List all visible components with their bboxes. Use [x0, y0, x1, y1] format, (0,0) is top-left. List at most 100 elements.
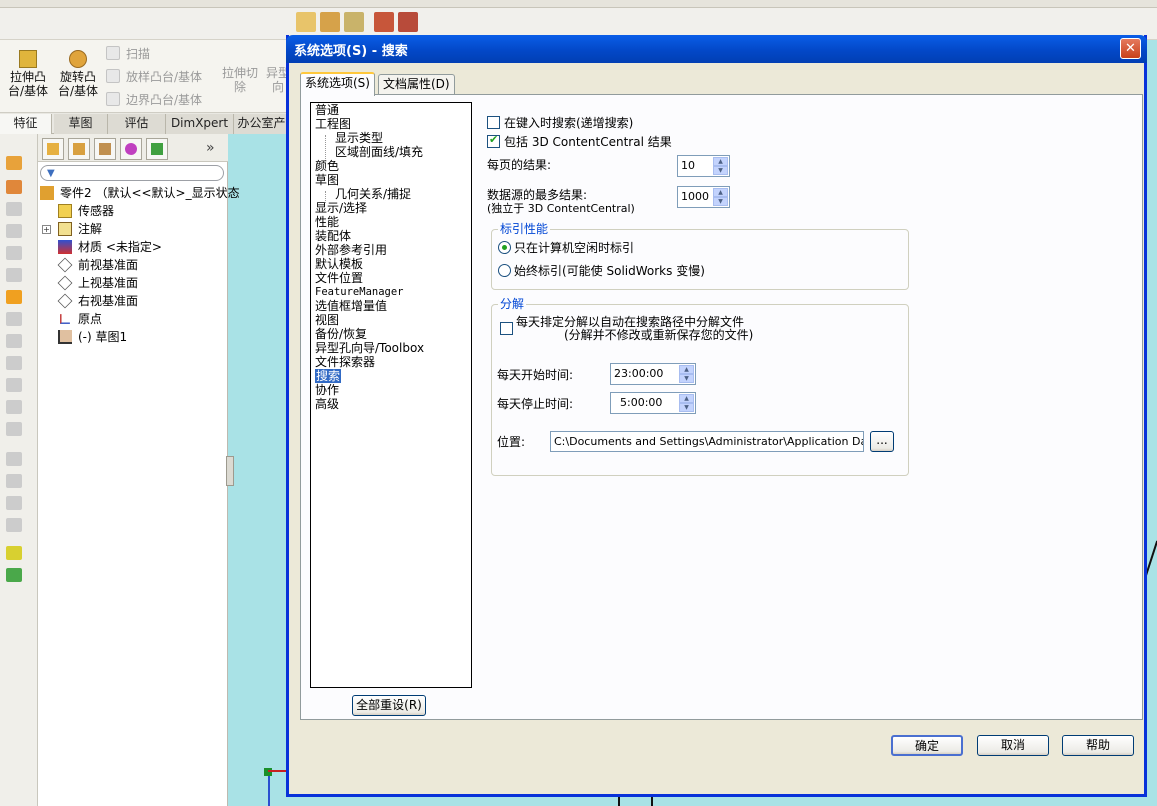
tab-display-manager[interactable]: [146, 138, 168, 160]
search-as-you-type-checkbox[interactable]: [487, 116, 500, 129]
category-item[interactable]: 外部参考引用: [315, 243, 387, 257]
tab-evaluate[interactable]: 评估: [108, 114, 166, 134]
category-item[interactable]: 颜色: [315, 159, 339, 173]
results-per-page-stepper[interactable]: 10 ▲ ▼: [677, 155, 730, 177]
cancel-button[interactable]: 取消: [977, 735, 1049, 756]
index-idle-radio[interactable]: [498, 241, 511, 254]
category-item[interactable]: 工程图: [315, 117, 351, 131]
revolve-boss-button[interactable]: 旋转凸 台/基体: [54, 46, 102, 98]
reference-geometry-icon[interactable]: [6, 546, 22, 560]
close-button[interactable]: ✕: [1120, 38, 1141, 59]
category-item[interactable]: 显示/选择: [315, 201, 367, 215]
rib-icon[interactable]: [6, 356, 22, 370]
revolve-icon[interactable]: [6, 180, 22, 194]
tab-sketch[interactable]: 草图: [54, 114, 108, 134]
toolbar-icon-5[interactable]: [398, 12, 418, 32]
shell-icon[interactable]: [6, 400, 22, 414]
extrude-boss-button[interactable]: 拉伸凸 台/基体: [4, 46, 52, 98]
tab-features[interactable]: 特征: [0, 114, 52, 134]
category-item[interactable]: 区域剖面线/填充: [335, 145, 423, 159]
sweep-button[interactable]: 扫描: [106, 46, 150, 62]
stop-time-stepper[interactable]: 5:00:00 ▲ ▼: [610, 392, 696, 414]
loft-icon[interactable]: [6, 224, 22, 238]
max-results-stepper[interactable]: 1000 ▲ ▼: [677, 186, 730, 208]
spin-down-icon[interactable]: ▼: [679, 403, 694, 412]
category-item[interactable]: 普通: [315, 103, 339, 117]
dialog-titlebar[interactable]: 系统选项(S) - 搜索 ✕: [286, 35, 1147, 63]
sweep-icon[interactable]: [6, 202, 22, 216]
browse-button[interactable]: ...: [870, 431, 894, 452]
tab-office[interactable]: 办公室产: [234, 114, 290, 134]
start-time-stepper[interactable]: 23:00:00 ▲ ▼: [610, 363, 696, 385]
help-button[interactable]: 帮助: [1062, 735, 1134, 756]
category-item[interactable]: 协作: [315, 383, 339, 397]
toolbar-icon-2[interactable]: [320, 12, 340, 32]
fillet-icon[interactable]: [6, 312, 22, 326]
category-item[interactable]: 性能: [315, 215, 339, 229]
tree-item-sensors[interactable]: 传感器: [58, 202, 114, 220]
index-always-radio[interactable]: [498, 264, 511, 277]
draft-icon[interactable]: [6, 378, 22, 392]
wrap-icon[interactable]: [6, 422, 22, 436]
category-item[interactable]: 文件位置: [315, 271, 363, 285]
freeform-icon[interactable]: [6, 518, 22, 532]
tree-item-top-plane[interactable]: 上视基准面: [57, 274, 138, 292]
spin-down-icon[interactable]: ▼: [679, 374, 694, 383]
tree-item-material[interactable]: 材质 <未指定>: [58, 238, 162, 256]
tree-item-right-plane[interactable]: 右视基准面: [57, 292, 138, 310]
pattern-icon[interactable]: [6, 452, 22, 466]
loft-boss-button[interactable]: 放样凸台/基体: [106, 69, 202, 85]
category-item[interactable]: 默认模板: [315, 257, 363, 271]
category-item[interactable]: 异型孔向导/Toolbox: [315, 341, 424, 355]
panel-splitter[interactable]: [226, 456, 234, 486]
category-item[interactable]: 显示类型: [335, 131, 383, 145]
more-tabs-icon[interactable]: »: [206, 140, 215, 156]
ok-button[interactable]: 确定: [891, 735, 963, 756]
expand-annotations-icon[interactable]: +: [42, 225, 51, 234]
feature-filter[interactable]: ▼: [40, 165, 224, 181]
category-item[interactable]: 视图: [315, 313, 339, 327]
boundary-icon[interactable]: [6, 246, 22, 260]
chamfer-icon[interactable]: [6, 334, 22, 348]
tab-dimxpert[interactable]: DimXpert: [166, 114, 234, 134]
include-contentcentral-checkbox[interactable]: [487, 133, 500, 148]
split-daily-checkbox[interactable]: [500, 322, 513, 335]
location-field[interactable]: C:\Documents and Settings\Administrator\…: [550, 431, 864, 452]
category-item[interactable]: 文件探索器: [315, 355, 375, 369]
category-item[interactable]: 高级: [315, 397, 339, 411]
tree-item-front-plane[interactable]: 前视基准面: [57, 256, 138, 274]
cut-icon[interactable]: [6, 268, 22, 282]
category-item[interactable]: 选值框增量值: [315, 299, 387, 313]
category-item[interactable]: 草图: [315, 173, 339, 187]
category-item-selected[interactable]: 搜索: [315, 369, 342, 383]
dome-icon[interactable]: [6, 496, 22, 510]
category-item[interactable]: 备份/恢复: [315, 327, 367, 341]
category-item[interactable]: 几何关系/捕捉: [335, 187, 411, 201]
spin-down-icon[interactable]: ▼: [713, 197, 728, 206]
toolbar-icon-1[interactable]: [296, 12, 316, 32]
tree-part-root[interactable]: 零件2 （默认<<默认>_显示状态: [40, 184, 240, 202]
boundary-boss-button[interactable]: 边界凸台/基体: [106, 92, 202, 108]
spin-up-icon[interactable]: ▲: [713, 157, 728, 166]
tree-item-origin[interactable]: 原点: [58, 310, 102, 328]
spin-down-icon[interactable]: ▼: [713, 166, 728, 175]
tab-property-manager[interactable]: [68, 138, 90, 160]
cut-extrude-icon[interactable]: [6, 290, 22, 304]
tree-item-annotations[interactable]: 注解: [58, 220, 102, 238]
spin-up-icon[interactable]: ▲: [679, 394, 694, 403]
toolbar-icon-4[interactable]: [374, 12, 394, 32]
category-item[interactable]: FeatureManager: [315, 285, 404, 299]
tab-system-options[interactable]: 系统选项(S): [300, 72, 375, 96]
extrude-cut-button[interactable]: 拉伸切 除: [220, 66, 260, 94]
curves-icon[interactable]: [6, 568, 22, 582]
reset-all-button[interactable]: 全部重设(R): [352, 695, 426, 716]
category-item[interactable]: 装配体: [315, 229, 351, 243]
tab-document-properties[interactable]: 文档属性(D): [378, 74, 455, 95]
tab-feature-tree[interactable]: [42, 138, 64, 160]
spin-up-icon[interactable]: ▲: [713, 188, 728, 197]
mirror-icon[interactable]: [6, 474, 22, 488]
tab-configuration-manager[interactable]: [94, 138, 116, 160]
toolbar-icon-3[interactable]: [344, 12, 364, 32]
tab-dimxpert-manager[interactable]: [120, 138, 142, 160]
category-list[interactable]: 普通 工程图 显示类型 区域剖面线/填充 颜色 草图 几何关系/捕捉 显示/选择…: [310, 102, 472, 688]
